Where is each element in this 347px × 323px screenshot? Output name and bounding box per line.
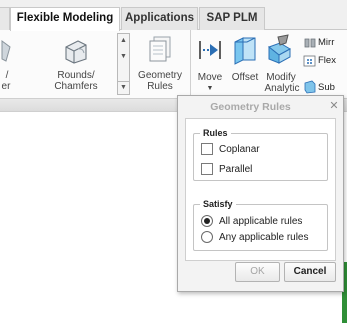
geometry-rules-label-1: Geometry: [138, 70, 182, 81]
satisfy-group: Satisfy All applicable rules Any applica…: [193, 199, 328, 251]
ribbon-group-separator: [190, 30, 191, 96]
all-applicable-rules-label: All applicable rules: [219, 216, 303, 227]
scroll-down-icon[interactable]: ▼: [118, 51, 129, 63]
ribbon-tab-strip: Flexible Modeling Applications SAP PLM: [0, 0, 347, 31]
ok-button[interactable]: OK: [235, 262, 280, 282]
tab-applications[interactable]: Applications: [121, 7, 198, 31]
mirror-command[interactable]: Mirr: [303, 37, 347, 49]
tab-previous-fragment[interactable]: [0, 7, 10, 31]
close-icon[interactable]: ✕: [327, 99, 341, 114]
partial-command-icon[interactable]: [0, 37, 14, 65]
flex-label: Flex: [318, 55, 336, 66]
cancel-button[interactable]: Cancel: [284, 262, 336, 282]
tab-flexible-modeling[interactable]: Flexible Modeling: [10, 7, 120, 31]
mirror-label: Mirr: [318, 37, 335, 48]
scroll-up-icon[interactable]: ▲: [118, 35, 129, 47]
tab-sap-plm[interactable]: SAP PLM: [199, 7, 265, 31]
dialog-title: Geometry Rules: [210, 101, 291, 113]
rules-group: Rules Coplanar Parallel: [193, 128, 328, 181]
parallel-checkbox-box[interactable]: [201, 163, 213, 175]
offset-icon: [234, 37, 256, 65]
any-applicable-rules-radio-dot[interactable]: [201, 231, 213, 243]
modify-analytic-label-2: Analytic: [264, 83, 300, 94]
partial-command-label-2: er: [1, 81, 11, 92]
flex-icon: [303, 55, 316, 67]
all-applicable-rules-radio-dot[interactable]: [201, 215, 213, 227]
move-label: Move: [197, 72, 223, 83]
substitute-label: Sub: [318, 82, 335, 93]
move-icon: [199, 41, 221, 59]
flex-command[interactable]: Flex: [303, 55, 347, 67]
rounds-chamfers-icon: [65, 40, 87, 64]
partial-command-label-1: /: [5, 70, 9, 81]
mirror-icon: [304, 38, 316, 48]
any-applicable-rules-label: Any applicable rules: [219, 232, 309, 243]
geometry-rules-label-2: Rules: [147, 81, 173, 92]
coplanar-label: Coplanar: [219, 144, 260, 155]
dialog-title-bar[interactable]: Geometry Rules ✕: [178, 96, 343, 118]
offset-label: Offset: [231, 72, 259, 83]
ribbon-group-scroller[interactable]: ▲ ▼ ▼: [117, 33, 130, 95]
rules-group-legend: Rules: [200, 128, 231, 139]
geometry-rules-icon: [149, 36, 171, 62]
geometry-rules-dialog: Geometry Rules ✕ Rules Coplanar Parallel…: [177, 95, 344, 292]
rounds-chamfers-label-2: Chamfers: [54, 81, 98, 92]
modify-analytic-icon: [267, 34, 292, 64]
substitute-icon: [304, 80, 316, 94]
rounds-chamfers-label-1: Rounds/: [57, 70, 95, 81]
coplanar-checkbox-box[interactable]: [201, 143, 213, 155]
modify-analytic-label-1: Modify: [266, 72, 296, 83]
expand-more-icon[interactable]: ▼: [118, 81, 129, 93]
dialog-body: Rules Coplanar Parallel Satisfy All appl…: [185, 118, 336, 261]
move-dropdown-icon[interactable]: ▼: [196, 83, 224, 94]
satisfy-group-legend: Satisfy: [200, 199, 236, 210]
substitute-command[interactable]: Sub: [303, 80, 347, 94]
parallel-label: Parallel: [219, 164, 253, 175]
